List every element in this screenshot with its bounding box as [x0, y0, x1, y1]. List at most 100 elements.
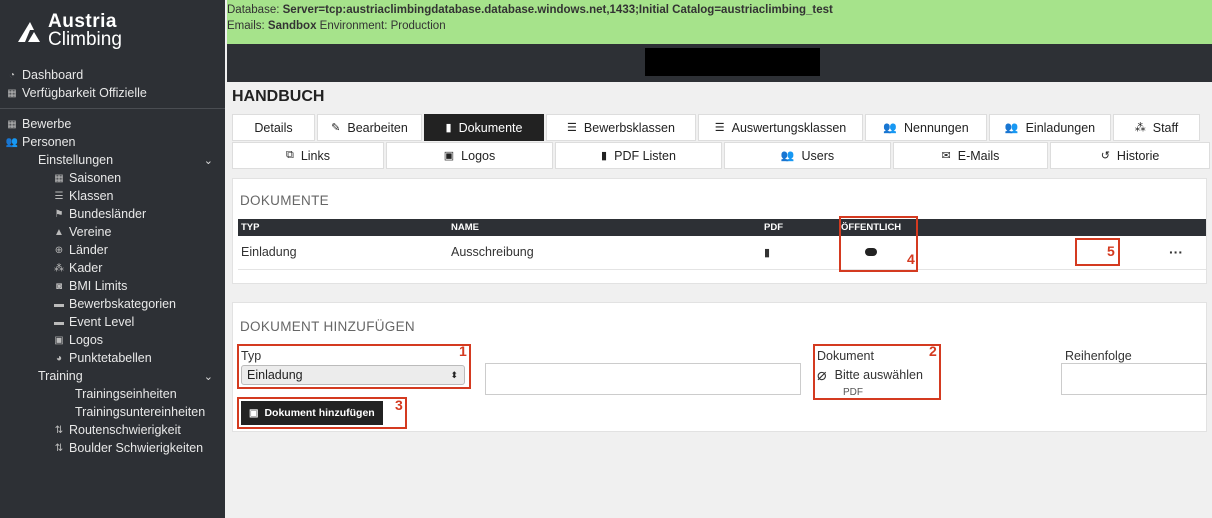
tab-label: Dokumente: [458, 120, 523, 135]
scale-icon: ◙: [55, 280, 63, 292]
file-icon: ▮: [445, 122, 452, 134]
sidebar-item-trainingseinheiten[interactable]: Trainingseinheiten: [0, 385, 225, 403]
tab-label: Users: [801, 148, 835, 163]
name-input[interactable]: [485, 363, 801, 395]
sidebar-item-label: Dashboard: [22, 68, 84, 82]
sidebar-item-routenschwierigkeit[interactable]: ⇅ Routenschwierigkeit: [0, 421, 225, 439]
list-icon: ☰: [567, 122, 577, 134]
tab-bewerbsklassen[interactable]: ☰ Bewerbsklassen: [546, 114, 696, 141]
col-actions: [1068, 219, 1206, 236]
table-header-row: TYP NAME PDF ÖFFENTLICH: [238, 219, 1206, 236]
dokumente-title: DOKUMENTE: [240, 193, 329, 208]
logo-mountain-icon: [18, 22, 40, 42]
reihenfolge-label: Reihenfolge: [1065, 349, 1132, 363]
sidebar-item-boulder[interactable]: ⇅ Boulder Schwierigkeiten: [0, 439, 225, 457]
sidebar-item-label: Boulder Schwierigkeiten: [69, 441, 204, 455]
tab-links[interactable]: ⧉ Links: [232, 142, 384, 169]
logo[interactable]: Austria Climbing: [0, 0, 225, 62]
sidebar-item-label: Verfügbarkeit Offizielle: [22, 86, 147, 100]
more-actions-icon[interactable]: ···: [1169, 244, 1183, 260]
sidebar-item-logos[interactable]: ▣ Logos: [0, 331, 225, 349]
tab-einladungen[interactable]: 👥 Einladungen: [989, 114, 1111, 141]
sidebar-item-event-level[interactable]: ▬ Event Level: [0, 313, 225, 331]
dashboard-icon: ◔: [8, 69, 16, 81]
people-icon: 👥: [5, 136, 19, 148]
group-icon: ⁂: [1134, 122, 1146, 134]
sidebar-item-trainingsuntereinheiten[interactable]: Trainingsuntereinheiten: [0, 403, 225, 421]
tab-bearbeiten[interactable]: ✎ Bearbeiten: [317, 114, 422, 141]
tab-nennungen[interactable]: 👥 Nennungen: [865, 114, 987, 141]
logo-line2: Climbing: [48, 29, 122, 50]
list-icon: ☰: [714, 122, 725, 134]
sidebar-item-bundeslaender[interactable]: ⚑ Bundesländer: [0, 205, 225, 223]
external-link-icon: ⧉: [285, 149, 294, 161]
sidebar-item-label: Training: [38, 369, 83, 383]
sidebar-item-bewerbe[interactable]: ▦ Bewerbe: [0, 115, 225, 133]
emails-mode: Sandbox: [267, 20, 317, 32]
page-title: HANDBUCH: [232, 88, 325, 105]
tab-label: PDF Listen: [614, 148, 676, 163]
col-pdf[interactable]: PDF: [761, 219, 838, 236]
cell-typ: Einladung: [238, 236, 448, 270]
sidebar-item-label: Kader: [69, 261, 103, 275]
tab-label: Nennungen: [904, 120, 969, 135]
tab-label: Links: [300, 148, 331, 163]
sidebar-item-label: BMI Limits: [69, 279, 128, 293]
sidebar-item-label: Routenschwierigkeit: [69, 423, 181, 437]
annotation-number-2: 2: [929, 343, 937, 359]
edit-icon: ✎: [331, 122, 341, 134]
sidebar-item-label: Logos: [69, 333, 104, 347]
sidebar-group-einstellungen[interactable]: Einstellungen ⌄: [0, 151, 225, 169]
sidebar-item-saisonen[interactable]: ▦ Saisonen: [0, 169, 225, 187]
tab-logos[interactable]: ▣ Logos: [386, 142, 553, 169]
file-icon: ▮: [601, 150, 608, 162]
col-name[interactable]: NAME: [448, 219, 761, 236]
sidebar-item-label: Einstellungen: [38, 153, 114, 167]
folder-icon: ▬: [54, 316, 64, 328]
tab-details[interactable]: Details: [232, 114, 315, 141]
folder-icon: ▬: [54, 298, 64, 310]
tab-emails[interactable]: ✉ E-Mails: [893, 142, 1048, 169]
col-typ[interactable]: TYP: [238, 219, 448, 236]
tab-historie[interactable]: ↺ Historie: [1050, 142, 1210, 169]
reihenfolge-input[interactable]: [1061, 363, 1207, 395]
tab-label: Bearbeiten: [347, 120, 408, 135]
sidebar-item-label: Saisonen: [69, 171, 122, 185]
sidebar-item-label: Länder: [69, 243, 108, 257]
pdf-file-icon[interactable]: ▮: [764, 247, 770, 259]
annotation-box-2: [813, 344, 941, 400]
flag-icon: ⚑: [54, 208, 64, 220]
sidebar-item-label: Vereine: [69, 225, 112, 239]
tab-label: Historie: [1116, 148, 1160, 163]
tab-pdf-listen[interactable]: ▮ PDF Listen: [555, 142, 722, 169]
sidebar-item-verfuegbarkeit[interactable]: ▦ Verfügbarkeit Offizielle: [0, 84, 225, 102]
tab-row-primary: Details ✎ Bearbeiten ▮ Dokumente ☰ Bewerbsk…: [232, 114, 1202, 141]
sidebar-item-bewerbskategorien[interactable]: ▬ Bewerbskategorien: [0, 295, 225, 313]
dokumente-card: DOKUMENTE TYP NAME PDF ÖFFENTLICH Einlad…: [232, 178, 1207, 284]
tab-label: Details: [254, 120, 293, 135]
tab-users[interactable]: 👥 Users: [724, 142, 891, 169]
users-icon: 👥: [780, 150, 795, 162]
sidebar-item-punktetabellen[interactable]: ◕ Punktetabellen: [0, 349, 225, 367]
cell-pdf[interactable]: ▮: [761, 236, 838, 270]
tab-auswertungsklassen[interactable]: ☰ Auswertungsklassen: [698, 114, 863, 141]
mountain-icon: ▲: [54, 226, 64, 238]
sidebar-group-training[interactable]: Training ⌄: [0, 367, 225, 385]
sidebar-item-kader[interactable]: ⁂ Kader: [0, 259, 225, 277]
annotation-box-3: [237, 397, 407, 429]
tab-dokumente[interactable]: ▮ Dokumente: [424, 114, 544, 141]
sidebar-item-dashboard[interactable]: ◔ Dashboard: [0, 66, 225, 84]
sidebar-item-vereine[interactable]: ▲ Vereine: [0, 223, 225, 241]
redacted-area: [645, 48, 820, 76]
tab-label: Einladungen: [1025, 120, 1096, 135]
sidebar-item-laender[interactable]: ⊕ Länder: [0, 241, 225, 259]
sidebar-item-bmi-limits[interactable]: ◙ BMI Limits: [0, 277, 225, 295]
main-content: HANDBUCH Details ✎ Bearbeiten ▮ Dokumente …: [227, 82, 1212, 518]
sidebar-item-personen[interactable]: 👥 Personen: [0, 133, 225, 151]
cell-name: Ausschreibung: [448, 236, 761, 270]
globe-icon: ⊕: [54, 244, 64, 256]
sidebar-item-label: Bewerbe: [22, 117, 72, 131]
sidebar-item-klassen[interactable]: ☰ Klassen: [0, 187, 225, 205]
environment-banner: Database: Server=tcp:austriaclimbingdata…: [227, 0, 1212, 44]
tab-staff[interactable]: ⁂ Staff: [1113, 114, 1200, 141]
